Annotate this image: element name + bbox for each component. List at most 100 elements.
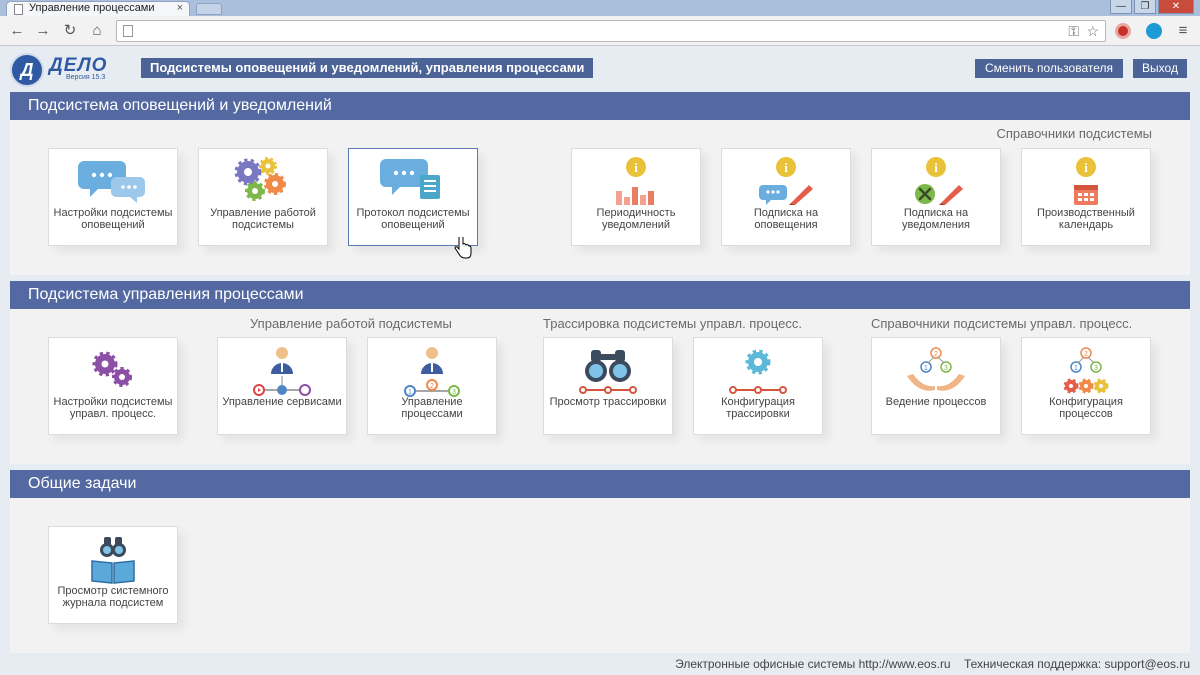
tile-label: Управление процессами bbox=[401, 396, 463, 420]
tile-alert-subscription[interactable]: i Подписка на оповещения bbox=[721, 148, 851, 246]
svg-text:3: 3 bbox=[944, 365, 948, 372]
svg-text:3: 3 bbox=[452, 389, 456, 396]
star-icon[interactable]: ☆ bbox=[1086, 23, 1099, 40]
tile-label: Конфигурация трассировки bbox=[721, 396, 795, 420]
svg-text:2: 2 bbox=[430, 383, 434, 390]
svg-text:i: i bbox=[934, 160, 938, 175]
user-services-icon bbox=[218, 344, 346, 396]
logo-badge: Д bbox=[10, 53, 44, 87]
tile-label: Настройки подсистемы оповещений bbox=[53, 207, 173, 231]
tile-notice-subscription[interactable]: i Подписка на уведомления bbox=[871, 148, 1001, 246]
tile-notification-protocol[interactable]: Протокол подсистемы оповещений bbox=[348, 148, 478, 246]
footer: Электронные офисные системы http://www.e… bbox=[675, 657, 1190, 671]
tile-label: Управление работой подсистемы bbox=[210, 207, 316, 231]
tile-system-log[interactable]: Просмотр системного журнала подсистем bbox=[48, 526, 178, 624]
group-label-process-directories: Справочники подсистемы управл. процесс. bbox=[871, 316, 1133, 331]
chat-bubbles-icon bbox=[49, 155, 177, 207]
tile-process-management[interactable]: 1 2 3 Управление процессами bbox=[367, 337, 497, 435]
tile-label: Ведение процессов bbox=[885, 396, 987, 408]
minimize-button[interactable]: — bbox=[1110, 0, 1132, 14]
logout-button[interactable]: Выход bbox=[1133, 59, 1187, 78]
section-processes-header: Подсистема управления процессами bbox=[10, 281, 1190, 309]
tile-subsystem-management[interactable]: Управление работой подсистемы bbox=[198, 148, 328, 246]
menu-icon[interactable]: ≡ bbox=[1174, 22, 1192, 40]
section-notifications-body: Справочники подсистемы Настройки подсист… bbox=[10, 120, 1190, 275]
svg-text:3: 3 bbox=[1094, 365, 1098, 372]
tile-label: Протокол подсистемы оповещений bbox=[356, 207, 470, 231]
tile-process-settings[interactable]: Настройки подсистемы управл. процесс. bbox=[48, 337, 178, 435]
tile-notification-periodicity[interactable]: i Периодичность уведомлений bbox=[571, 148, 701, 246]
tile-process-maintenance[interactable]: 2 1 3 Ведение процессов bbox=[871, 337, 1001, 435]
home-icon[interactable]: ⌂ bbox=[88, 22, 106, 40]
page-title: Подсистемы оповещений и уведомлений, упр… bbox=[141, 58, 594, 78]
tab-close-icon[interactable]: × bbox=[177, 2, 183, 15]
delo-logo: Д ДЕЛО Версия 15.3 bbox=[10, 53, 130, 87]
tile-label: Периодичность уведомлений bbox=[596, 207, 676, 231]
tile-label: Просмотр трассировки bbox=[549, 396, 667, 408]
browser-toolbar: ← → ↻ ⌂ ⚿ ☆ ≡ bbox=[0, 16, 1200, 46]
info-chat-pen-icon: i bbox=[722, 155, 850, 207]
reload-icon[interactable]: ↻ bbox=[61, 22, 79, 40]
info-chart-icon: i bbox=[572, 155, 700, 207]
section-common-tasks-body: Просмотр системного журнала подсистем bbox=[10, 498, 1190, 653]
tile-label: Просмотр системного журнала подсистем bbox=[57, 585, 169, 609]
svg-text:i: i bbox=[784, 160, 788, 175]
gears-icon bbox=[199, 155, 327, 207]
browser-tab-bar: Управление процессами × — ❐ ✕ bbox=[0, 0, 1200, 16]
key-icon[interactable]: ⚿ bbox=[1068, 23, 1079, 40]
page-icon bbox=[123, 25, 133, 37]
tile-label: Подписка на оповещения bbox=[753, 207, 819, 231]
info-calendar-icon: i bbox=[1022, 155, 1150, 207]
user-processes-icon: 1 2 3 bbox=[368, 344, 496, 397]
section-processes-body: Управление работой подсистемы Трассировк… bbox=[10, 309, 1190, 464]
logo-version: Версия 15.3 bbox=[66, 74, 106, 81]
tile-trace-config[interactable]: Конфигурация трассировки bbox=[693, 337, 823, 435]
hands-process-icon: 2 1 3 bbox=[872, 344, 1000, 396]
tile-trace-view[interactable]: Просмотр трассировки bbox=[543, 337, 673, 435]
svg-text:1: 1 bbox=[924, 365, 928, 372]
info-tools-pen-icon: i bbox=[872, 155, 1000, 207]
tile-label: Настройки подсистемы управл. процесс. bbox=[53, 396, 173, 420]
section-notifications-header: Подсистема оповещений и уведомлений bbox=[10, 92, 1190, 120]
browser-tab[interactable]: Управление процессами × bbox=[6, 1, 190, 16]
tile-label: Производственный календарь bbox=[1037, 207, 1135, 231]
change-user-button[interactable]: Сменить пользователя bbox=[975, 59, 1123, 78]
close-window-button[interactable]: ✕ bbox=[1158, 0, 1194, 14]
footer-company[interactable]: Электронные офисные системы http://www.e… bbox=[675, 657, 951, 671]
purple-gears-icon bbox=[49, 344, 177, 396]
tile-process-config[interactable]: 2 1 3 Конфигурация процессов bbox=[1021, 337, 1151, 435]
new-tab-button[interactable] bbox=[196, 3, 222, 15]
group-label-tracing: Трассировка подсистемы управл. процесс. bbox=[543, 316, 802, 331]
chat-document-icon bbox=[349, 155, 477, 207]
window-controls: — ❐ ✕ bbox=[1110, 0, 1194, 14]
section-common-tasks-header: Общие задачи bbox=[10, 470, 1190, 498]
tile-label: Конфигурация процессов bbox=[1049, 396, 1123, 420]
tile-label: Управление сервисами bbox=[222, 396, 342, 408]
svg-text:1: 1 bbox=[408, 389, 412, 396]
svg-text:1: 1 bbox=[1074, 365, 1078, 372]
group-label-management: Управление работой подсистемы bbox=[250, 316, 452, 331]
footer-support[interactable]: Техническая поддержка: support@eos.ru bbox=[964, 657, 1190, 671]
gear-trace-icon bbox=[694, 344, 822, 396]
maximize-button[interactable]: ❐ bbox=[1134, 0, 1156, 14]
tile-notification-settings[interactable]: Настройки подсистемы оповещений bbox=[48, 148, 178, 246]
browser-tab-title: Управление процессами bbox=[29, 2, 155, 14]
svg-text:2: 2 bbox=[1084, 351, 1088, 358]
tile-service-management[interactable]: Управление сервисами bbox=[217, 337, 347, 435]
process-gears-icon: 2 1 3 bbox=[1022, 344, 1150, 396]
forward-arrow-icon[interactable]: → bbox=[34, 22, 52, 40]
hand-cursor-icon bbox=[454, 237, 472, 259]
page-icon bbox=[14, 4, 23, 15]
extension-icon[interactable] bbox=[1146, 23, 1162, 39]
binoculars-book-icon bbox=[49, 533, 177, 585]
binoculars-icon bbox=[544, 344, 672, 396]
adblock-extension-icon[interactable] bbox=[1115, 23, 1131, 39]
tile-production-calendar[interactable]: i Производственный календарь bbox=[1021, 148, 1151, 246]
svg-text:i: i bbox=[634, 160, 638, 175]
svg-text:i: i bbox=[1084, 160, 1088, 175]
tile-label: Подписка на уведомления bbox=[902, 207, 970, 231]
back-arrow-icon[interactable]: ← bbox=[8, 22, 26, 40]
svg-text:2: 2 bbox=[934, 351, 938, 358]
group-label-directories: Справочники подсистемы bbox=[996, 126, 1152, 141]
address-bar[interactable]: ⚿ ☆ bbox=[116, 20, 1106, 42]
